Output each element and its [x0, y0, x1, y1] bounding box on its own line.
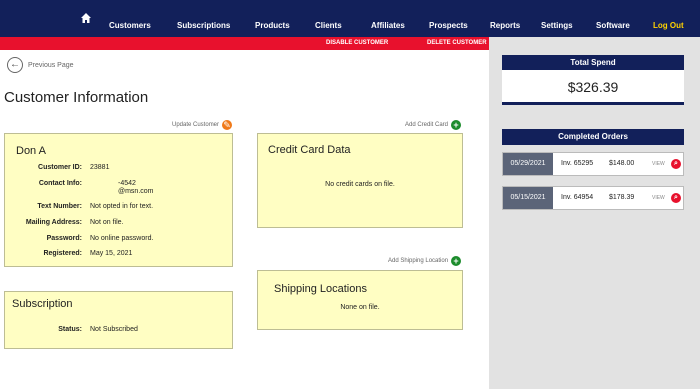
contact-email: @msn.com: [118, 188, 154, 195]
subscription-card: Subscription Status: Not Subscribed: [4, 291, 233, 349]
previous-page-label: Previous Page: [28, 61, 74, 69]
customer-card: Don A Customer ID: 23881 Contact Info: -…: [4, 133, 233, 267]
delete-customer-button[interactable]: DELETE CUSTOMER: [427, 37, 487, 50]
add-shipping-location-label: Add Shipping Location: [388, 258, 449, 264]
add-shipping-location-link[interactable]: Add Shipping Location +: [388, 256, 462, 266]
nav-settings[interactable]: Settings: [541, 0, 573, 37]
customer-name: Don A: [16, 145, 46, 157]
credit-card-empty: No credit cards on file.: [325, 181, 395, 188]
order-date: 05/15/2021: [503, 187, 553, 209]
action-bar: DISABLE CUSTOMER DELETE CUSTOMER: [0, 37, 489, 50]
order-invoice: Inv. 65295: [561, 160, 594, 167]
order-view-link[interactable]: VIEW: [652, 187, 665, 209]
update-customer-label: Update Customer: [172, 122, 220, 128]
password-value: No online password.: [90, 235, 154, 242]
mailing-address-value: Not on file.: [90, 219, 124, 226]
registered-value: May 15, 2021: [90, 250, 133, 257]
customer-id-label: Customer ID:: [38, 164, 82, 171]
subscription-heading: Subscription: [12, 298, 73, 310]
total-spend-amount: $326.39: [567, 79, 619, 95]
nav-products[interactable]: Products: [255, 0, 290, 37]
page-title: Customer Information: [4, 89, 149, 106]
add-credit-card-label: Add Credit Card: [405, 122, 449, 128]
total-spend-box: $326.39: [502, 70, 684, 105]
top-nav: Customers Subscriptions Products Clients…: [0, 0, 700, 37]
disable-customer-button[interactable]: DISABLE CUSTOMER: [326, 37, 388, 50]
password-label: Password:: [46, 235, 82, 242]
magnifier-icon[interactable]: ⌕: [671, 159, 681, 169]
add-credit-card-link[interactable]: Add Credit Card +: [405, 120, 462, 130]
home-icon[interactable]: [80, 12, 92, 24]
total-spend-title: Total Spend: [502, 55, 684, 70]
mailing-address-label: Mailing Address:: [25, 219, 82, 226]
order-invoice: Inv. 64954: [561, 194, 594, 201]
order-date: 05/29/2021: [503, 153, 553, 175]
nav-affiliates[interactable]: Affiliates: [371, 0, 405, 37]
shipping-card: Shipping Locations None on file.: [257, 270, 463, 330]
text-number-label: Text Number:: [37, 203, 82, 210]
plus-icon: +: [451, 256, 462, 266]
nav-logout[interactable]: Log Out: [653, 0, 684, 37]
status-value: Not Subscribed: [90, 326, 138, 333]
credit-card-heading: Credit Card Data: [268, 144, 351, 156]
text-number-value: Not opted in for text.: [90, 203, 154, 210]
contact-info-label: Contact Info:: [38, 180, 82, 187]
status-label: Status:: [58, 326, 82, 333]
magnifier-icon[interactable]: ⌕: [671, 193, 681, 203]
nav-subscriptions[interactable]: Subscriptions: [177, 0, 230, 37]
order-amount: $178.39: [609, 194, 635, 201]
completed-orders-title: Completed Orders: [502, 129, 684, 145]
customer-id-value: 23881: [90, 164, 110, 171]
previous-page-link[interactable]: ← Previous Page: [7, 57, 74, 73]
registered-label: Registered:: [43, 250, 82, 257]
nav-software[interactable]: Software: [596, 0, 630, 37]
back-arrow-icon: ←: [7, 57, 23, 73]
order-row: 05/29/2021 Inv. 65295 $148.00 VIEW ⌕: [502, 152, 684, 176]
shipping-empty: None on file.: [340, 304, 380, 311]
pencil-icon: ✎: [222, 119, 233, 130]
plus-icon: +: [451, 120, 462, 130]
shipping-heading: Shipping Locations: [274, 283, 367, 295]
nav-prospects[interactable]: Prospects: [429, 0, 468, 37]
nav-reports[interactable]: Reports: [490, 0, 520, 37]
order-row: 05/15/2021 Inv. 64954 $178.39 VIEW ⌕: [502, 186, 684, 210]
order-amount: $148.00: [609, 160, 635, 167]
credit-card-card: Credit Card Data No credit cards on file…: [257, 133, 463, 228]
order-view-link[interactable]: VIEW: [652, 153, 665, 175]
update-customer-link[interactable]: Update Customer ✎: [172, 119, 233, 130]
nav-clients[interactable]: Clients: [315, 0, 342, 37]
nav-customers[interactable]: Customers: [109, 0, 151, 37]
contact-phone: -4542: [118, 180, 136, 187]
